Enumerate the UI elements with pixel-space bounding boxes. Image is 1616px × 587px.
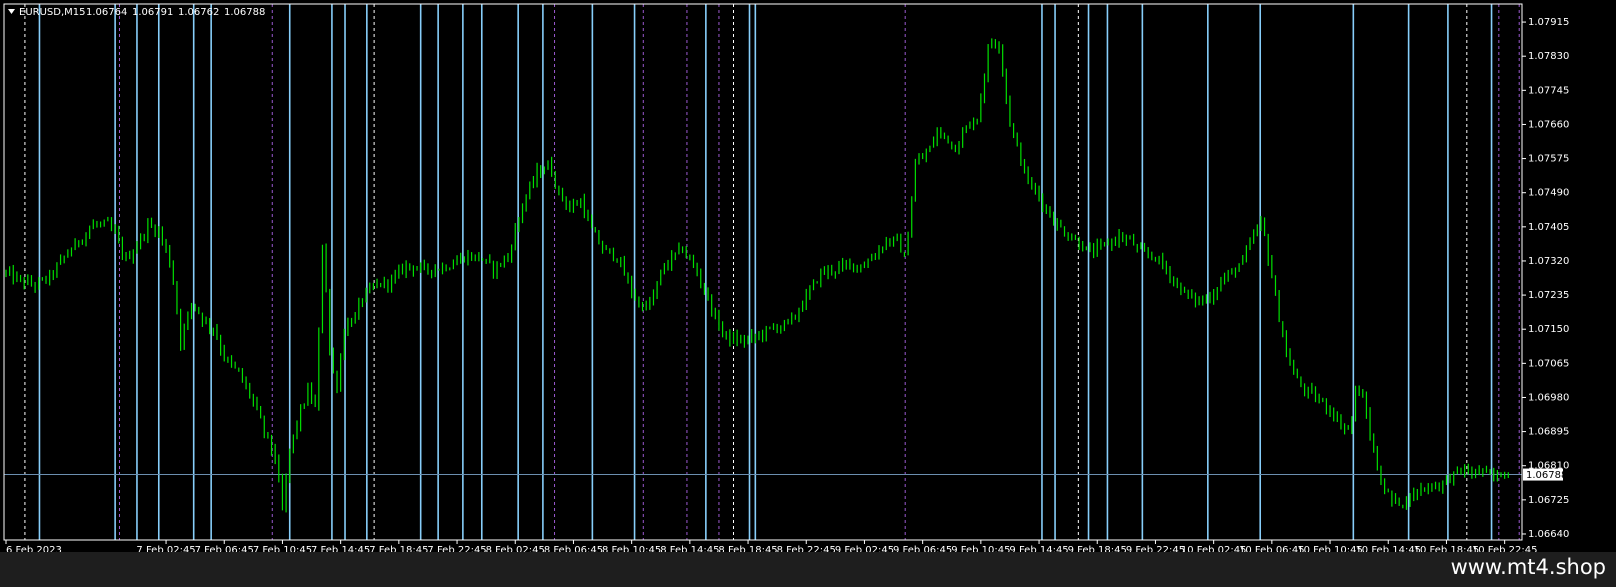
plot-frame: [3, 3, 1523, 541]
time-tick-label: 7 Feb 06:45: [195, 545, 254, 552]
price-tick-label: 1.07065: [1528, 358, 1569, 369]
price-tick-label: 1.07745: [1528, 85, 1569, 96]
time-tick-label: 7 Feb 14:45: [311, 545, 370, 552]
price-tick-label: 1.07660: [1528, 119, 1569, 130]
ohlc-value: 1.06764: [86, 7, 127, 18]
time-tick-label: 9 Feb 14:45: [1009, 545, 1068, 552]
time-tick-label: 9 Feb 02:45: [835, 545, 894, 552]
price-tick-label: 1.07830: [1528, 51, 1569, 62]
price-tick-label: 1.06980: [1528, 392, 1569, 403]
time-tick-label: 9 Feb 10:45: [951, 545, 1010, 552]
time-tick-label: 10 Feb 06:45: [1239, 545, 1305, 552]
chart-header: EURUSD,M15 1.06764 1.06791 1.06762 1.06788: [8, 7, 265, 18]
price-tick-label: 1.07490: [1528, 188, 1569, 199]
current-price-label: 1.06788: [1526, 470, 1567, 481]
time-tick-label: 10 Feb 14:45: [1355, 545, 1421, 552]
price-tick-label: 1.07405: [1528, 222, 1569, 233]
watermark-bar: www.mt4.shop: [0, 552, 1616, 587]
dropdown-triangle-icon[interactable]: [8, 9, 15, 14]
time-tick-label: 8 Feb 10:45: [602, 545, 661, 552]
vertical-lines-layer: [24, 4, 1520, 540]
time-tick-label: 8 Feb 22:45: [777, 545, 836, 552]
time-tick-label: 7 Feb 10:45: [253, 545, 312, 552]
watermark-text: www.mt4.shop: [1450, 555, 1606, 579]
price-tick-label: 1.07915: [1528, 17, 1569, 28]
symbol-label[interactable]: EURUSD,M15: [19, 7, 85, 18]
time-tick-label: 8 Feb 06:45: [544, 545, 603, 552]
eurusd-m15-chart[interactable]: 1.07915 1.07830 1.07745 1.07660 1.07575 1.074…: [0, 0, 1616, 552]
price-tick-label: 1.06640: [1528, 529, 1569, 540]
price-tick-label: 1.07320: [1528, 256, 1569, 267]
time-tick-label: 10 Feb 02:45: [1181, 545, 1247, 552]
candles-layer: [5, 38, 1509, 513]
time-tick-label: 8 Feb 14:45: [660, 545, 719, 552]
time-tick-label: 8 Feb 18:45: [718, 545, 777, 552]
ohlc-value: 1.06788: [224, 7, 265, 18]
time-tick-label: 7 Feb 02:45: [136, 545, 195, 552]
price-axis: 1.07915 1.07830 1.07745 1.07660 1.07575 1.074…: [1522, 17, 1569, 540]
time-tick-label: 7 Feb 18:45: [369, 545, 428, 552]
time-tick-label: 8 Feb 02:45: [486, 545, 545, 552]
price-tick-label: 1.07150: [1528, 324, 1569, 335]
time-tick-label: 10 Feb 18:45: [1414, 545, 1480, 552]
time-tick-label: 10 Feb 10:45: [1297, 545, 1363, 552]
time-tick-label: 9 Feb 22:45: [1126, 545, 1185, 552]
time-tick-label: 9 Feb 18:45: [1068, 545, 1127, 552]
price-tick-label: 1.06725: [1528, 495, 1569, 506]
time-tick-label: 9 Feb 06:45: [893, 545, 952, 552]
time-tick-label: 7 Feb 22:45: [427, 545, 486, 552]
ohlc-value: 1.06762: [178, 7, 219, 18]
price-tick-label: 1.07235: [1528, 290, 1569, 301]
price-tick-label: 1.06895: [1528, 427, 1569, 438]
time-tick-label: 6 Feb 2023: [6, 545, 62, 552]
time-tick-label: 10 Feb 22:45: [1472, 545, 1538, 552]
ohlc-value: 1.06791: [132, 7, 173, 18]
chart-window[interactable]: 1.07915 1.07830 1.07745 1.07660 1.07575 1.074…: [0, 0, 1616, 552]
time-axis: 6 Feb 2023 7 Feb 02:457 Feb 06:457 Feb 10…: [5, 540, 1538, 552]
price-tick-label: 1.07575: [1528, 154, 1569, 165]
